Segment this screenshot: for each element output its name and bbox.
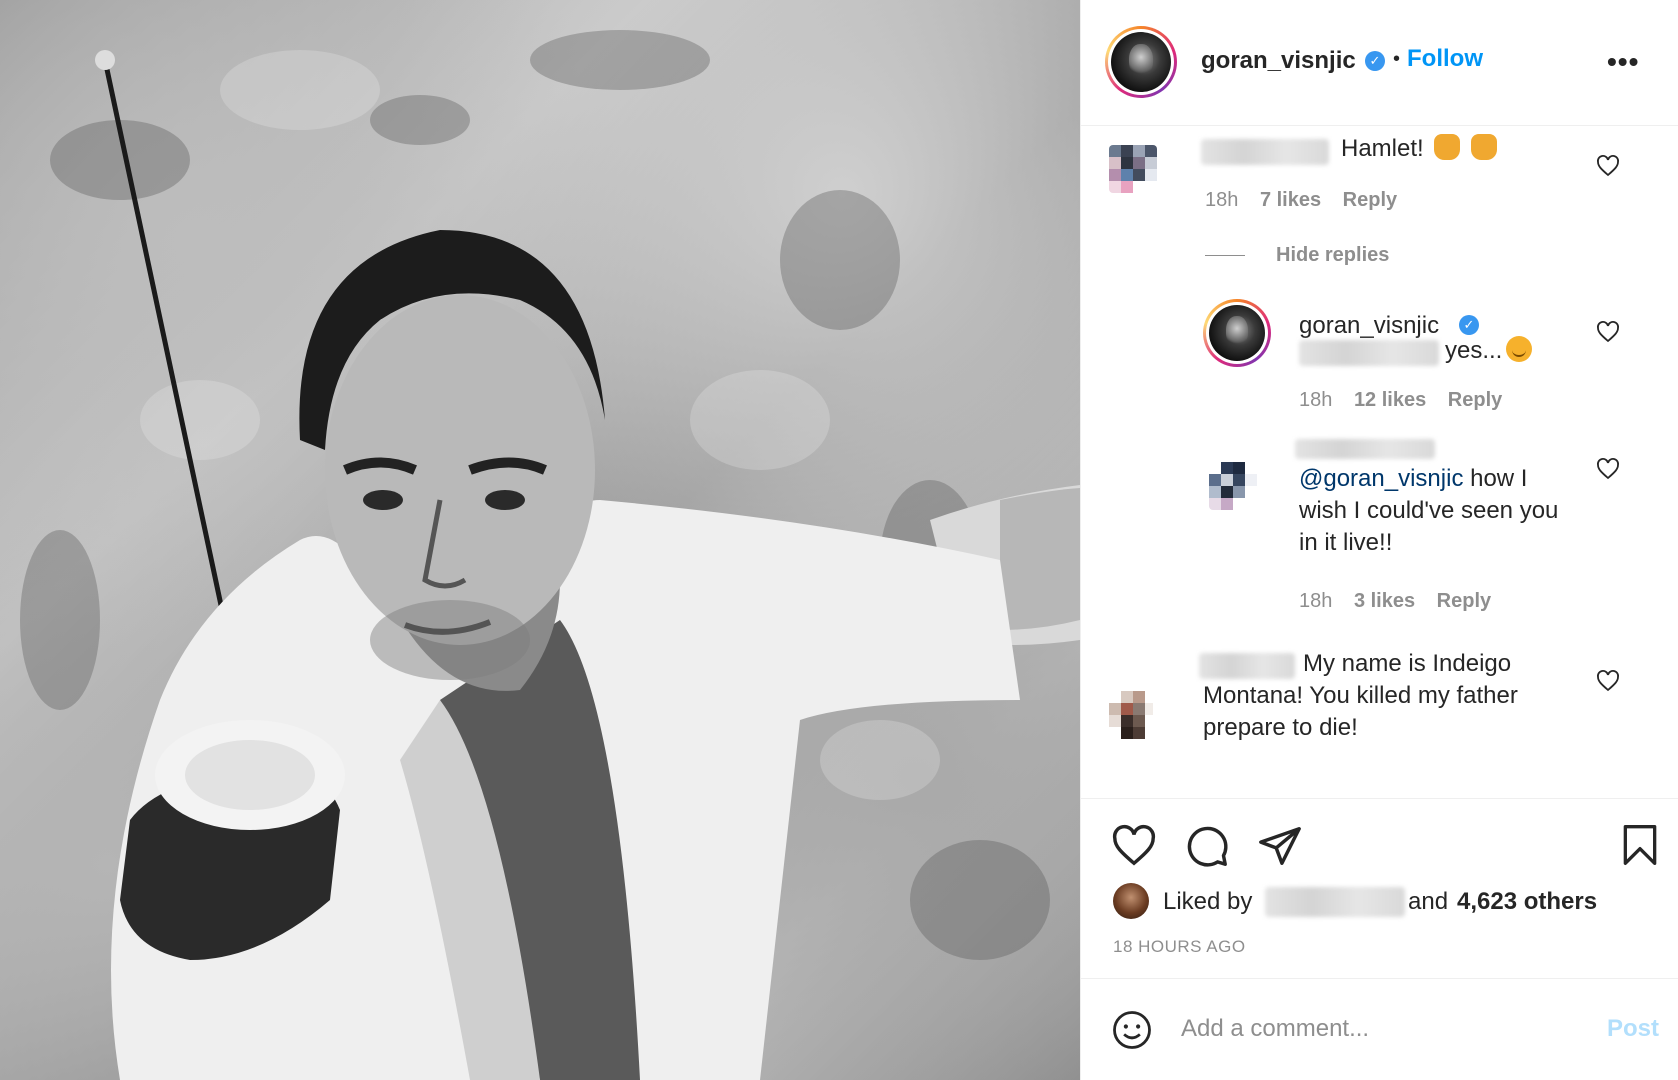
comment-meta: 18h 7 likes Reply [1205,189,1413,212]
mention-link[interactable]: @goran_visnjic [1299,465,1463,492]
blurred-username [1199,653,1295,679]
reply-meta: 18h 3 likes Reply [1299,590,1507,613]
comments-list[interactable]: Hamlet! 18h 7 likes Reply Hide replies g… [1081,127,1678,797]
commenter-avatar[interactable] [1109,145,1157,193]
author-username[interactable]: goran_visnjic [1201,47,1356,75]
comment-text-line: Montana! You killed my father [1203,682,1518,709]
post-photo[interactable] [0,0,1080,1080]
blurred-username [1295,439,1435,459]
reply-username[interactable]: goran_visnjic [1299,312,1439,340]
emoji-icon[interactable] [1111,1009,1153,1051]
blurred-liker-name[interactable] [1265,887,1405,917]
bookmark-icon[interactable] [1618,821,1662,869]
author-avatar[interactable] [1105,26,1177,98]
post-header: goran_visnjic ✓ • Follow ••• [1081,0,1678,126]
reply-likes[interactable]: 3 likes [1354,590,1415,612]
liked-by-suffix: and [1408,888,1449,915]
raised-hands-emoji-icon [1471,134,1498,160]
hide-replies-line [1205,255,1245,256]
reply-time: 18h [1299,389,1333,411]
add-comment-bar: Post [1081,978,1678,1080]
smile-emoji-icon [1506,336,1533,362]
comment-text: Hamlet! [1341,133,1498,165]
commenter-avatar[interactable] [1109,691,1153,739]
reply-text-line: in it live!! [1299,529,1393,556]
verified-badge-icon: ✓ [1365,51,1385,71]
reply-author-avatar[interactable] [1203,299,1271,367]
hide-replies-button[interactable]: Hide replies [1276,244,1389,267]
liked-by-avatar[interactable] [1113,883,1149,919]
reply-meta: 18h 12 likes Reply [1299,389,1518,412]
verified-badge-icon: ✓ [1459,315,1479,335]
post-timestamp[interactable]: 18 HOURS AGO [1113,937,1246,957]
blurred-username [1201,139,1329,165]
follow-button[interactable]: Follow [1407,45,1483,73]
comment-time: 18h [1205,189,1239,211]
header-separator: • [1393,48,1401,70]
more-options-icon[interactable]: ••• [1607,48,1639,76]
photo-illustration [20,30,1080,1080]
comment-text-line: prepare to die! [1203,714,1358,741]
comment-likes[interactable]: 7 likes [1260,189,1321,211]
clap-emoji-icon [1434,134,1461,160]
reply-button[interactable]: Reply [1448,389,1502,411]
reply-commenter-avatar[interactable] [1209,462,1257,510]
post-sidebar: goran_visnjic ✓ • Follow ••• Hamlet! 18h… [1080,0,1678,1080]
reply-text-line: wish I could've seen you [1299,497,1559,524]
comment-like-heart-icon[interactable] [1596,154,1620,178]
post-button[interactable]: Post [1607,1015,1659,1043]
reply-likes[interactable]: 12 likes [1354,389,1426,411]
comment-text-line: My name is Indeigo [1303,650,1512,677]
post-actions: Liked by and 4,623 others 18 HOURS AGO [1081,798,1678,978]
share-icon[interactable] [1257,823,1303,869]
likes-count-link[interactable]: 4,623 others [1457,888,1597,916]
reply-time: 18h [1299,590,1333,612]
comment-input[interactable] [1181,1009,1581,1049]
reply-button[interactable]: Reply [1343,189,1397,211]
reply-like-heart-icon[interactable] [1596,320,1620,344]
reply-text-line: how I [1463,465,1528,492]
reply-like-heart-icon[interactable] [1596,457,1620,481]
comment-like-heart-icon[interactable] [1596,669,1620,693]
reply-text: @goran_visnjic how I [1299,463,1527,495]
comment-icon[interactable] [1184,823,1230,869]
blurred-mention [1299,340,1439,366]
reply-text: yes... [1445,335,1533,367]
heart-icon[interactable] [1111,823,1157,869]
reply-button[interactable]: Reply [1437,590,1491,612]
liked-by-prefix: Liked by [1163,888,1253,915]
